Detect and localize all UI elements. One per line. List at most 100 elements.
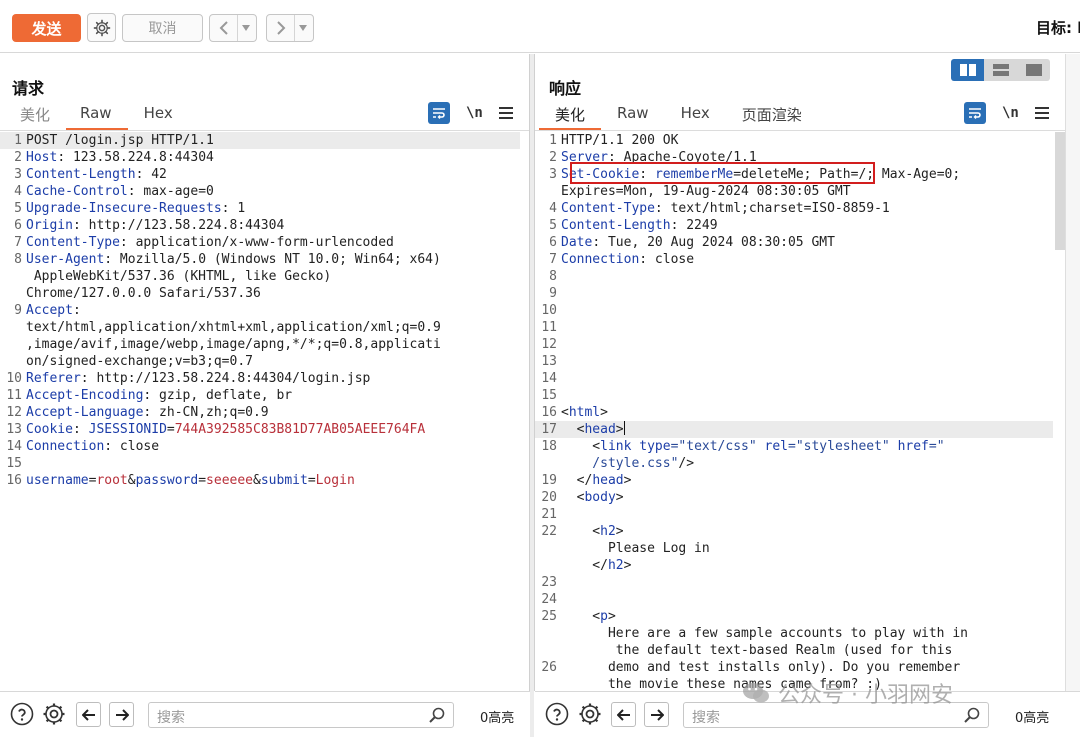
tab-pretty[interactable]: 美化 [539, 104, 602, 130]
code-line[interactable]: Expires=Mon, 19-Aug-2024 08:30:05 GMT [535, 183, 1053, 200]
code-line[interactable]: 12 [535, 336, 1053, 353]
code-line[interactable]: 15 [0, 455, 520, 472]
code-line[interactable]: 26 demo and test installs only). Do you … [535, 659, 1053, 676]
search-next-button[interactable] [644, 702, 669, 727]
line-number: 11 [541, 320, 557, 335]
code-line[interactable]: 1 HTTP/1.1 200 OK [535, 132, 1053, 149]
code-line[interactable]: 7 Connection: close [535, 251, 1053, 268]
cancel-button[interactable]: 取消 [122, 14, 203, 42]
code-line[interactable]: 5 Content-Length: 2249 [535, 217, 1053, 234]
search-next-button[interactable] [109, 702, 134, 727]
newline-toggle[interactable]: \n [466, 105, 483, 121]
highlight-count: 0高亮 [480, 711, 515, 726]
search-settings-button[interactable] [578, 702, 602, 726]
code-line[interactable]: 2 Host: 123.58.224.8:44304 [0, 149, 520, 166]
code-text: User-Agent: Mozilla/5.0 (Windows NT 10.0… [26, 251, 441, 268]
settings-button[interactable] [87, 13, 116, 42]
code-line[interactable]: 25 <p> [535, 608, 1053, 625]
code-line[interactable]: 7 Content-Type: application/x-www-form-ur… [0, 234, 520, 251]
code-line[interactable]: 18 <link type="text/css" rel="stylesheet… [535, 438, 1053, 455]
request-editor[interactable]: 1 POST /login.jsp HTTP/1.1 2 Host: 123.58.2… [0, 132, 520, 489]
code-line[interactable]: 13 Cookie: JSESSIONID=744A392585C83B81D77… [0, 421, 520, 438]
code-line[interactable]: 24 [535, 591, 1053, 608]
watermark-text: 公众号 · 小羽网安 [778, 683, 953, 708]
code-line[interactable]: 12 Accept-Language: zh-CN,zh;q=0.9 [0, 404, 520, 421]
code-line[interactable]: 11 [535, 319, 1053, 336]
code-line[interactable]: 11 Accept-Encoding: gzip, deflate, br [0, 387, 520, 404]
code-line[interactable]: 1 POST /login.jsp HTTP/1.1 [0, 132, 520, 149]
request-title: 请求 [12, 79, 45, 98]
code-line[interactable]: 6 Date: Tue, 20 Aug 2024 08:30:05 GMT [535, 234, 1053, 251]
tab-hex[interactable]: Hex [665, 104, 726, 128]
code-line[interactable]: 8 User-Agent: Mozilla/5.0 (Windows NT 10.… [0, 251, 520, 268]
word-wrap-button[interactable] [428, 102, 450, 124]
menu-icon[interactable] [498, 107, 513, 119]
tab-render[interactable]: 页面渲染 [726, 104, 818, 128]
code-line[interactable]: Chrome/127.0.0.0 Safari/537.36 [0, 285, 520, 302]
code-line[interactable]: 3 Content-Length: 42 [0, 166, 520, 183]
layout-tabs-button[interactable] [1017, 59, 1050, 81]
code-line[interactable]: 16 username=root&password=seeeee&submit=L… [0, 472, 520, 489]
menu-icon[interactable] [1034, 107, 1049, 119]
code-line[interactable]: 21 [535, 506, 1053, 523]
response-scrollbar[interactable] [1055, 132, 1065, 250]
code-line[interactable]: 15 [535, 387, 1053, 404]
layout-stacked-button[interactable] [984, 59, 1017, 81]
search-input[interactable]: 搜索 [148, 702, 454, 728]
code-line[interactable]: text/html,application/xhtml+xml,applicat… [0, 319, 520, 336]
send-button[interactable]: 发送 [12, 14, 81, 42]
search-prev-button[interactable] [76, 702, 101, 727]
back-button[interactable] [210, 15, 237, 41]
code-line[interactable]: 14 Connection: close [0, 438, 520, 455]
layout-side-by-side-button[interactable] [951, 59, 984, 81]
help-button[interactable] [545, 702, 569, 726]
search-prev-button[interactable] [611, 702, 636, 727]
code-line[interactable]: 13 [535, 353, 1053, 370]
code-line[interactable]: ,image/avif,image/webp,image/apng,*/*;q=… [0, 336, 520, 353]
help-button[interactable] [10, 702, 34, 726]
code-line[interactable]: 22 <h2> [535, 523, 1053, 540]
word-wrap-button[interactable] [964, 102, 986, 124]
search-settings-button[interactable] [42, 702, 66, 726]
code-token: Content-Length [26, 167, 136, 182]
forward-history-dropdown[interactable] [294, 15, 311, 41]
code-line[interactable]: 14 [535, 370, 1053, 387]
code-line[interactable]: /style.css"/> [535, 455, 1053, 472]
code-line[interactable]: Here are a few sample accounts to play w… [535, 625, 1053, 642]
word-wrap-icon [969, 108, 981, 119]
code-line[interactable]: 9 Accept: [0, 302, 520, 319]
code-line[interactable]: </h2> [535, 557, 1053, 574]
target-label[interactable]: 目标: h [1036, 17, 1080, 38]
code-line[interactable]: 10 Referer: http://123.58.224.8:44304/log… [0, 370, 520, 387]
code-line[interactable]: 6 Origin: http://123.58.224.8:44304 [0, 217, 520, 234]
code-line[interactable]: 8 [535, 268, 1053, 285]
response-editor[interactable]: 1 HTTP/1.1 200 OK 2 Server: Apache-Coyote/1… [535, 132, 1053, 690]
code-line[interactable]: 10 [535, 302, 1053, 319]
forward-button[interactable] [267, 15, 294, 41]
code-line[interactable]: 19 </head> [535, 472, 1053, 489]
code-line[interactable]: 5 Upgrade-Insecure-Requests: 1 [0, 200, 520, 217]
line-number: 19 [541, 473, 557, 488]
gear-icon [579, 703, 601, 725]
tab-raw[interactable]: Raw [601, 104, 665, 128]
code-token: username [26, 473, 89, 488]
back-history-dropdown[interactable] [237, 15, 254, 41]
code-line[interactable]: 4 Cache-Control: max-age=0 [0, 183, 520, 200]
code-line[interactable]: 9 [535, 285, 1053, 302]
code-line[interactable]: the default text-based Realm (used for t… [535, 642, 1053, 659]
line-number: 15 [541, 388, 557, 403]
tab-hex[interactable]: Hex [128, 104, 189, 128]
code-line[interactable]: Please Log in [535, 540, 1053, 557]
code-text: Accept: [26, 302, 81, 319]
tab-pretty[interactable]: 美化 [4, 104, 66, 128]
code-line[interactable]: 4 Content-Type: text/html;charset=ISO-885… [535, 200, 1053, 217]
code-token: : 123.58.224.8:44304 [57, 150, 214, 165]
newline-toggle[interactable]: \n [1002, 105, 1019, 121]
code-line[interactable]: 23 [535, 574, 1053, 591]
tab-raw[interactable]: Raw [66, 104, 128, 130]
code-line[interactable]: AppleWebKit/537.36 (KHTML, like Gecko) [0, 268, 520, 285]
code-line[interactable]: on/signed-exchange;v=b3;q=0.7 [0, 353, 520, 370]
code-line[interactable]: 17 <head> [535, 421, 1053, 438]
code-line[interactable]: 20 <body> [535, 489, 1053, 506]
code-line[interactable]: 16 <html> [535, 404, 1053, 421]
